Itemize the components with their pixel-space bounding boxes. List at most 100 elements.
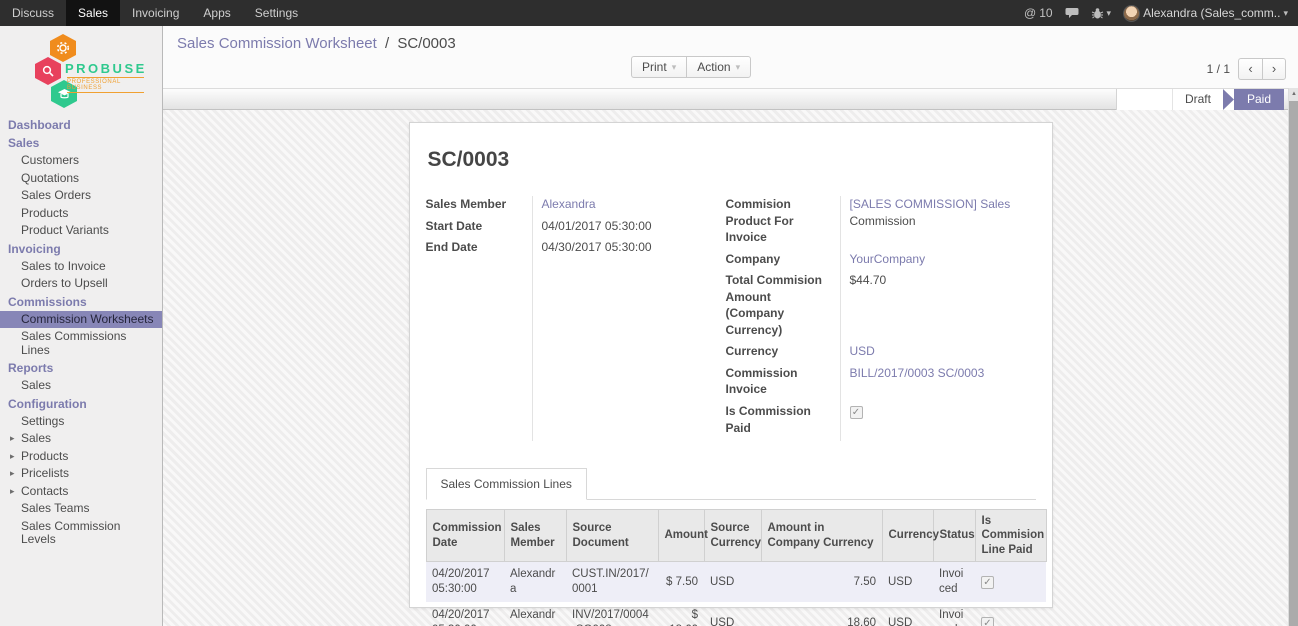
- status-bar: Draft Paid: [163, 88, 1298, 110]
- sidebar-item-sales-commissions-lines[interactable]: Sales Commissions Lines: [0, 328, 162, 359]
- sidebar-item-sales-to-invoice[interactable]: Sales to Invoice: [0, 258, 162, 276]
- commission-lines-table: Commission Date Sales Member Source Docu…: [426, 509, 1047, 626]
- status-step-draft[interactable]: Draft: [1172, 89, 1223, 110]
- sidebar-item-reports-sales[interactable]: Sales: [0, 377, 162, 395]
- col-commission-date[interactable]: Commission Date: [426, 510, 504, 562]
- table-row[interactable]: 04/20/2017 05:30:00 Alexandra INV/2017/0…: [426, 603, 1046, 626]
- logo-title: PROBUSE: [65, 61, 147, 76]
- breadcrumb-current: SC/0003: [397, 35, 455, 52]
- caret-down-icon: ▾: [1283, 8, 1288, 19]
- table-row[interactable]: 04/20/2017 05:30:00 Alexandra CUST.IN/20…: [426, 562, 1046, 603]
- sidebar-heading-reports[interactable]: Reports: [0, 359, 162, 377]
- sidebar-item-product-variants[interactable]: Product Variants: [0, 222, 162, 240]
- pager-count: 1 / 1: [1207, 62, 1230, 76]
- commission-product-label: Commision Product For Invoice: [726, 196, 840, 246]
- tab-bar: Sales Commission Lines: [426, 468, 1036, 500]
- action-button[interactable]: Action ▾: [686, 56, 751, 78]
- sales-member-value-link[interactable]: Alexandra: [542, 197, 596, 211]
- sidebar-heading-invoicing[interactable]: Invoicing: [0, 240, 162, 258]
- sidebar-item-sales-orders[interactable]: Sales Orders: [0, 187, 162, 205]
- sidebar-heading-dashboard[interactable]: Dashboard: [0, 116, 162, 134]
- commission-product-value-rest: Commission: [850, 213, 1036, 230]
- at-icon: @: [1024, 6, 1036, 20]
- breadcrumb-separator: /: [381, 35, 393, 52]
- scrollbar-thumb[interactable]: [1289, 101, 1298, 626]
- top-navbar: Discuss Sales Invoicing Apps Settings @ …: [0, 0, 1298, 26]
- sidebar-item-orders-to-upsell[interactable]: Orders to Upsell: [0, 275, 162, 293]
- nav-app-discuss[interactable]: Discuss: [0, 0, 66, 26]
- total-commission-value: $44.70: [840, 272, 1036, 338]
- sidebar-item-sales-commission-levels[interactable]: Sales Commission Levels: [0, 518, 162, 549]
- sidebar-item-products[interactable]: Products: [0, 205, 162, 223]
- cell-currency: USD: [882, 603, 933, 626]
- status-step-paid[interactable]: Paid: [1234, 89, 1284, 110]
- record-title: SC/0003: [428, 148, 1036, 172]
- magnifier-hexagon-icon: [35, 57, 61, 85]
- commission-invoice-value-link[interactable]: BILL/2017/0003 SC/0003: [850, 366, 985, 380]
- nav-app-invoicing[interactable]: Invoicing: [120, 0, 191, 26]
- col-amount[interactable]: Amount: [658, 510, 704, 562]
- scroll-up-button[interactable]: ▲: [1289, 88, 1298, 101]
- sidebar-item-label: Sales: [21, 432, 51, 446]
- pager: 1 / 1 ‹ ›: [1207, 58, 1286, 80]
- col-amount-company-currency[interactable]: Amount in Company Currency: [761, 510, 882, 562]
- sidebar-item-commission-worksheets[interactable]: Commission Worksheets: [0, 311, 162, 329]
- currency-value-link[interactable]: USD: [850, 344, 875, 358]
- commission-product-value-link[interactable]: [SALES COMMISSION] Sales: [850, 197, 1011, 211]
- expand-caret-icon: ▸: [10, 450, 17, 464]
- company-label: Company: [726, 251, 840, 268]
- col-currency[interactable]: Currency: [882, 510, 933, 562]
- sidebar-item-settings[interactable]: Settings: [0, 413, 162, 431]
- sidebar-item-quotations[interactable]: Quotations: [0, 170, 162, 188]
- user-name: Alexandra (Sales_comm..: [1143, 6, 1280, 20]
- nav-app-settings[interactable]: Settings: [243, 0, 310, 26]
- print-button[interactable]: Print ▾: [631, 56, 686, 78]
- cell-source-currency: USD: [704, 562, 761, 603]
- nav-app-sales[interactable]: Sales: [66, 0, 120, 26]
- sidebar-item-pricelists[interactable]: ▸ Pricelists: [0, 465, 162, 483]
- is-commission-paid-checkbox[interactable]: ✓: [850, 406, 863, 419]
- col-sales-member[interactable]: Sales Member: [504, 510, 566, 562]
- gear-hexagon-icon: [50, 34, 76, 62]
- chat-bubble-icon[interactable]: [1065, 7, 1079, 19]
- line-paid-checkbox[interactable]: ✓: [981, 576, 994, 589]
- content-area: Sales Commission Worksheet / SC/0003 Pri…: [163, 26, 1298, 626]
- company-value-link[interactable]: YourCompany: [850, 252, 926, 266]
- line-paid-checkbox[interactable]: ✓: [981, 617, 994, 626]
- pager-previous-button[interactable]: ‹: [1238, 58, 1262, 80]
- sidebar-item-customers[interactable]: Customers: [0, 152, 162, 170]
- field-divider: [840, 196, 841, 441]
- check-icon: ✓: [851, 407, 862, 418]
- sidebar-item-contacts[interactable]: ▸ Contacts: [0, 483, 162, 501]
- start-date-value: 04/01/2017 05:30:00: [532, 218, 724, 235]
- user-menu[interactable]: Alexandra (Sales_comm.. ▾: [1123, 5, 1288, 22]
- sidebar-item-config-products[interactable]: ▸ Products: [0, 448, 162, 466]
- status-widget: Draft Paid: [1116, 89, 1284, 110]
- cell-line-paid: ✓: [975, 603, 1046, 626]
- sidebar-item-config-sales[interactable]: ▸ Sales: [0, 430, 162, 448]
- sidebar-heading-configuration[interactable]: Configuration: [0, 395, 162, 413]
- pager-next-button[interactable]: ›: [1262, 58, 1286, 80]
- status-spacer: [1117, 89, 1172, 110]
- notebook: Sales Commission Lines Commission Date S…: [426, 468, 1036, 626]
- col-source-currency[interactable]: Source Currency: [704, 510, 761, 562]
- sidebar-item-sales-teams[interactable]: Sales Teams: [0, 500, 162, 518]
- cell-amount: $ 18.60: [658, 603, 704, 626]
- debug-bug-icon[interactable]: ▾: [1091, 7, 1112, 20]
- breadcrumb-parent-link[interactable]: Sales Commission Worksheet: [177, 35, 377, 52]
- logo-subtitle: PROFESSIONAL BUSINESS: [67, 77, 144, 93]
- probuse-logo: PROBUSE PROFESSIONAL BUSINESS: [18, 34, 144, 110]
- caret-down-icon: ▾: [736, 62, 741, 73]
- col-is-commission-line-paid[interactable]: Is Commision Line Paid: [975, 510, 1046, 562]
- col-source-document[interactable]: Source Document: [566, 510, 658, 562]
- nav-app-apps[interactable]: Apps: [191, 0, 242, 26]
- sidebar-heading-commissions[interactable]: Commissions: [0, 293, 162, 311]
- cell-member: Alexandra: [504, 603, 566, 626]
- tab-sales-commission-lines[interactable]: Sales Commission Lines: [426, 468, 587, 500]
- sidebar-heading-sales[interactable]: Sales: [0, 134, 162, 152]
- mention-count: 10: [1039, 6, 1052, 20]
- col-status[interactable]: Status: [933, 510, 975, 562]
- cell-source-currency: USD: [704, 603, 761, 626]
- status-arrow-icon: [1223, 89, 1234, 110]
- mentions-counter[interactable]: @ 10: [1024, 6, 1053, 20]
